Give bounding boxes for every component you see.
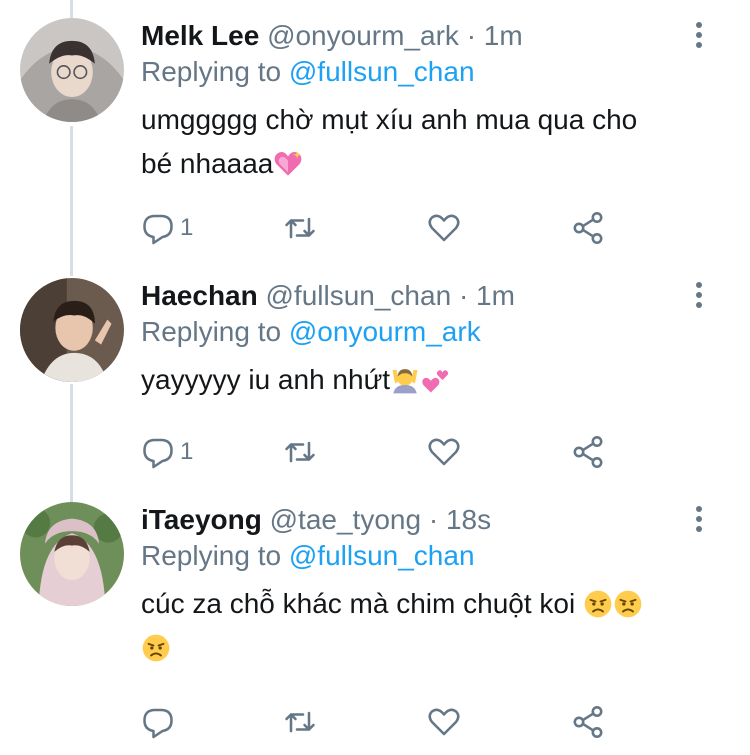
tweet-header: Melk Lee @onyourm_ark · 1m [141, 18, 690, 54]
thread-line [70, 0, 73, 18]
share-button[interactable] [570, 432, 606, 472]
like-button[interactable] [426, 432, 462, 472]
reply-to-link[interactable]: @fullsun_chan [289, 56, 475, 87]
tweet-text-line: cúc za chỗ khác mà chim chuột koi [141, 588, 576, 619]
replying-label: Replying to [141, 540, 282, 571]
angry-face-icon [584, 590, 612, 618]
reply-icon [143, 708, 173, 739]
like-button[interactable] [426, 208, 462, 248]
reply-icon [143, 214, 173, 245]
tweet-text: cúc za chỗ khác mà chim chuột koi [141, 582, 690, 670]
retweet-icon [285, 711, 315, 733]
person-raising-hands-icon [392, 369, 418, 394]
reply-icon [143, 438, 173, 469]
heart-icon [428, 708, 460, 736]
timestamp[interactable]: 1m [476, 280, 515, 311]
reply-to-link[interactable]: @fullsun_chan [289, 540, 475, 571]
reply-button[interactable] [140, 702, 176, 742]
retweet-button[interactable] [282, 702, 318, 742]
reply-button[interactable]: 1 [140, 208, 193, 248]
separator-dot: · [466, 20, 477, 51]
reply-count: 1 [180, 214, 194, 241]
tweet-text-line: umggggg chờ mụt xíu anh mua qua cho [141, 104, 638, 135]
retweet-button[interactable] [282, 432, 318, 472]
avatar[interactable] [20, 18, 124, 122]
heart-icon [428, 438, 460, 466]
tweet-header: Haechan @fullsun_chan · 1m [141, 278, 690, 314]
avatar[interactable] [20, 502, 124, 606]
retweet-icon [285, 217, 315, 239]
share-icon [573, 706, 603, 738]
action-bar: 1 [140, 208, 620, 248]
display-name[interactable]: Haechan [141, 280, 258, 311]
heart-icon [428, 214, 460, 242]
two-hearts-icon [422, 370, 449, 393]
like-button[interactable] [426, 702, 462, 742]
action-bar [140, 702, 620, 742]
tweet-text: umggggg chờ mụt xíu anh mua qua cho bé n… [141, 98, 690, 186]
replying-label: Replying to [141, 316, 282, 347]
action-bar: 1 [140, 432, 620, 472]
tweet-text: yayyyyy iu anh nhứt [141, 358, 690, 402]
replying-to: Replying to @fullsun_chan [141, 54, 690, 90]
share-icon [573, 212, 603, 244]
reply-to-link[interactable]: @onyourm_ark [289, 316, 481, 347]
angry-face-icon [614, 590, 642, 618]
retweet-button[interactable] [282, 208, 318, 248]
more-options-icon[interactable] [692, 506, 706, 536]
display-name[interactable]: iTaeyong [141, 504, 262, 535]
sparkling-heart-icon [274, 150, 302, 176]
share-icon [573, 436, 603, 468]
share-button[interactable] [570, 208, 606, 248]
replying-to: Replying to @fullsun_chan [141, 538, 690, 574]
tweet-text-line: bé nhaaaa [141, 148, 274, 179]
tweet-text-line: yayyyyy iu anh nhứt [141, 364, 391, 395]
timestamp[interactable]: 1m [484, 20, 523, 51]
timestamp[interactable]: 18s [446, 504, 491, 535]
share-button[interactable] [570, 702, 606, 742]
tweet[interactable]: Melk Lee @onyourm_ark · 1m Replying to @… [0, 18, 750, 263]
replying-to: Replying to @onyourm_ark [141, 314, 690, 350]
reply-button[interactable]: 1 [140, 432, 193, 472]
reply-count: 1 [180, 438, 194, 465]
more-options-icon[interactable] [692, 22, 706, 52]
tweet[interactable]: Haechan @fullsun_chan · 1m Replying to @… [0, 278, 750, 493]
separator-dot: · [428, 504, 439, 535]
replying-label: Replying to [141, 56, 282, 87]
user-handle[interactable]: @onyourm_ark [267, 20, 459, 51]
user-handle[interactable]: @tae_tyong [270, 504, 421, 535]
user-handle[interactable]: @fullsun_chan [266, 280, 452, 311]
retweet-icon [285, 441, 315, 463]
avatar[interactable] [20, 278, 124, 382]
tweet-header: iTaeyong @tae_tyong · 18s [141, 502, 690, 538]
separator-dot: · [458, 280, 469, 311]
angry-face-icon [142, 634, 170, 662]
more-options-icon[interactable] [692, 282, 706, 312]
display-name[interactable]: Melk Lee [141, 20, 259, 51]
tweet[interactable]: iTaeyong @tae_tyong · 18s Replying to @f… [0, 502, 750, 755]
